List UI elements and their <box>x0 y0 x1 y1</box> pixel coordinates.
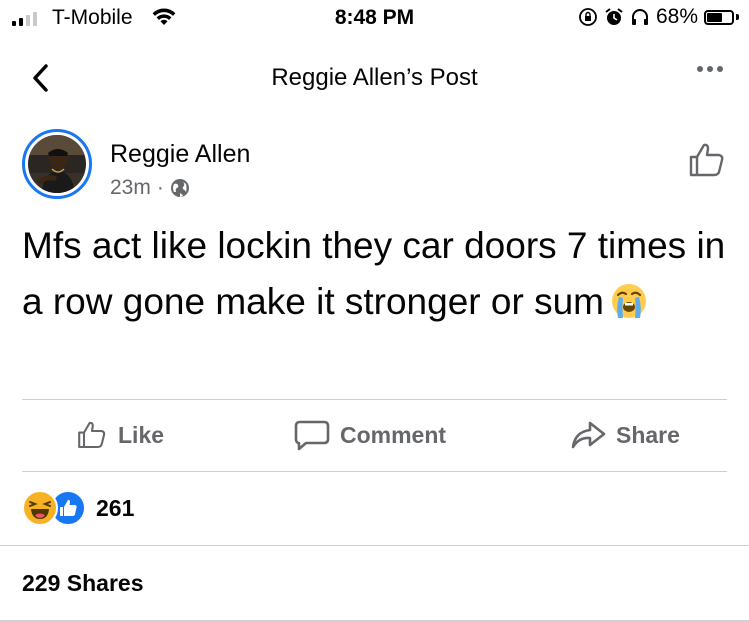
like-button[interactable]: Like <box>76 419 164 451</box>
actions-bottom-divider <box>22 471 727 472</box>
nav-header: Reggie Allen’s Post <box>0 52 749 104</box>
headphones-icon <box>631 9 648 25</box>
globe-icon <box>170 179 189 197</box>
share-label: Share <box>616 421 680 448</box>
share-button[interactable]: Share <box>570 419 680 451</box>
comment-button[interactable]: Comment <box>294 419 446 451</box>
status-bar: T-Mobile 8:48 PM 68% <box>0 0 749 40</box>
battery-fill <box>707 12 722 22</box>
meta-separator: · <box>156 176 164 199</box>
profile-photo <box>28 135 86 193</box>
comment-icon <box>294 420 330 451</box>
alarm-icon <box>605 8 623 25</box>
author-name[interactable]: Reggie Allen <box>110 140 250 169</box>
thumbs-up-outline-icon <box>689 143 724 177</box>
status-right-icons: 68% <box>578 5 739 29</box>
page-title: Reggie Allen’s Post <box>271 64 478 91</box>
share-arrow-icon <box>571 421 606 449</box>
shares-count[interactable]: 229 Shares <box>22 570 143 597</box>
more-options-button[interactable] <box>697 66 723 72</box>
reactions-summary[interactable]: 261 <box>22 490 134 526</box>
reaction-count: 261 <box>96 494 135 521</box>
like-page-button[interactable] <box>687 140 727 180</box>
post-text: Mfs act like lockin they car doors 7 tim… <box>22 218 732 336</box>
shares-divider <box>0 545 749 546</box>
battery-icon <box>704 9 734 25</box>
like-label: Like <box>118 421 165 448</box>
post-screen: T-Mobile 8:48 PM 68% Reggie Allen’s Post… <box>0 0 749 622</box>
battery-percent: 68% <box>655 5 698 28</box>
post-time[interactable]: 23m <box>110 176 151 200</box>
more-dots-icon <box>697 66 703 72</box>
thumbs-up-icon <box>78 421 106 449</box>
orientation-lock-icon <box>579 8 597 26</box>
avatar[interactable] <box>22 129 92 199</box>
post-actions: Like Comment Share <box>22 399 727 471</box>
loudly-crying-face-emoji <box>610 280 648 336</box>
post-meta: 23m · <box>110 176 190 200</box>
battery-tip <box>736 14 739 20</box>
haha-reaction-icon <box>22 490 58 526</box>
comment-label: Comment <box>340 421 447 448</box>
